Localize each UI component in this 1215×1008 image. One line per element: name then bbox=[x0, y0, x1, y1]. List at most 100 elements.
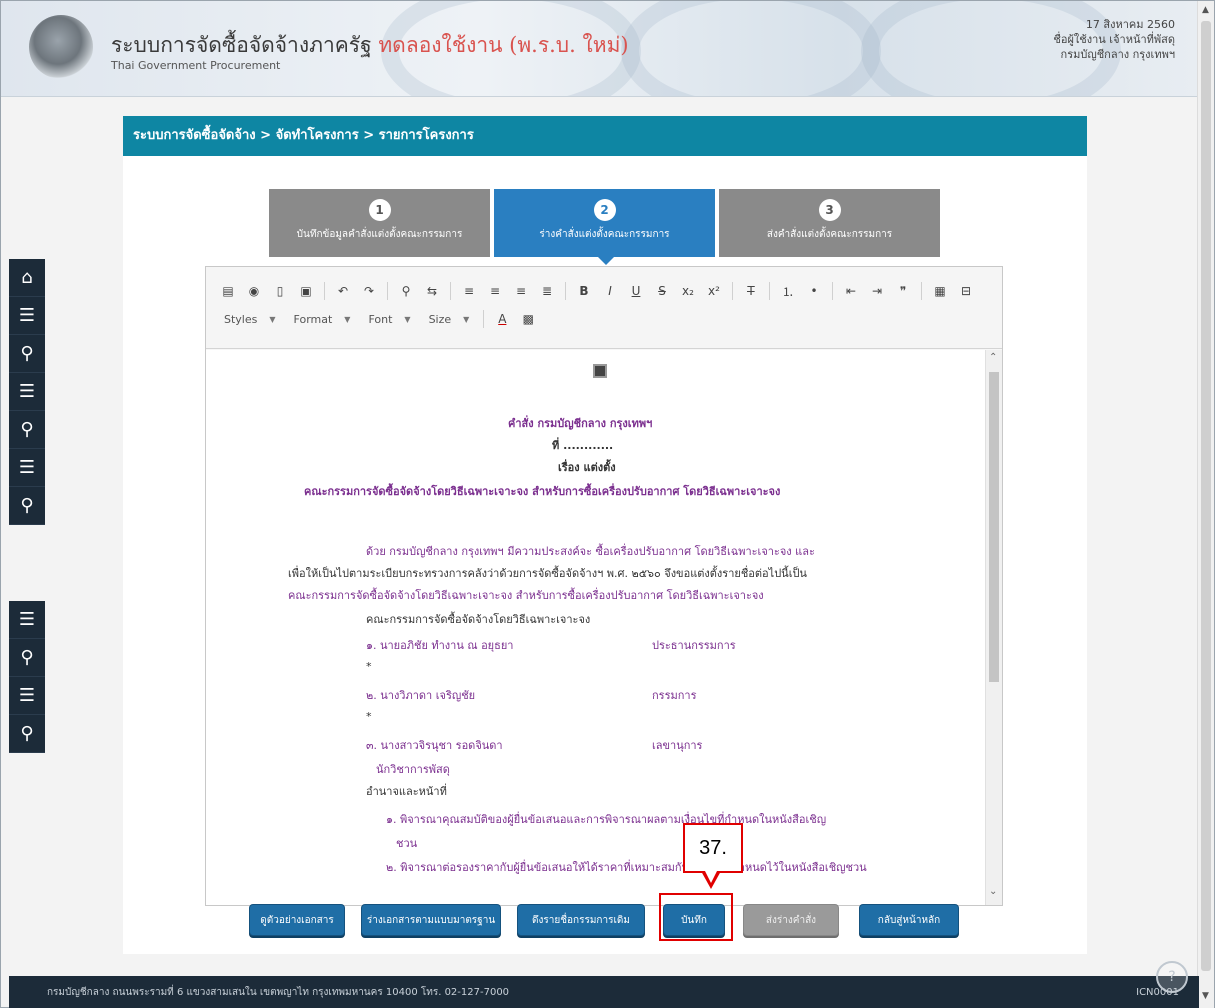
subscript-icon[interactable]: x₂ bbox=[678, 281, 698, 301]
step-3[interactable]: 3 ส่งคำสั่งแต่งตั้งคณะกรรมการ bbox=[719, 189, 940, 257]
step-label: ร่างคำสั่งแต่งตั้งคณะกรรมการ bbox=[539, 229, 670, 240]
app-subtitle: Thai Government Procurement bbox=[111, 59, 281, 72]
format-dropdown[interactable]: Format ▼ bbox=[288, 309, 357, 329]
step-label: ส่งคำสั่งแต่งตั้งคณะกรรมการ bbox=[766, 229, 893, 240]
wizard-steps: 1 บันทึกข้อมูลคำสั่งแต่งตั้งคณะกรรมการ 2… bbox=[269, 189, 941, 265]
back-to-main-button[interactable]: กลับสู่หน้าหลัก bbox=[859, 904, 959, 936]
font-dropdown[interactable]: Font ▼ bbox=[362, 309, 416, 329]
scroll-up-icon[interactable]: ▲ bbox=[1202, 5, 1209, 15]
horizontal-line-icon[interactable]: ⊟ bbox=[956, 281, 976, 301]
committee-member-role: กรรมการ bbox=[652, 689, 697, 702]
step-1[interactable]: 1 บันทึกข้อมูลคำสั่งแต่งตั้งคณะกรรมการ bbox=[269, 189, 490, 257]
order-subject: เรื่อง แต่งตั้ง bbox=[558, 461, 616, 474]
paste-icon[interactable]: ▣ bbox=[296, 281, 316, 301]
footer-text: กรมบัญชีกลาง ถนนพระรามที่ 6 แขวงสามเสนใน… bbox=[47, 987, 510, 998]
scroll-up-icon[interactable]: ⌃ bbox=[989, 352, 997, 363]
italic-icon[interactable]: I bbox=[600, 281, 620, 301]
align-right-icon[interactable]: ≡ bbox=[511, 281, 531, 301]
order-title: คำสั่ง กรมบัญชีกลาง กรุงเทพฯ bbox=[508, 417, 653, 430]
toolbar-separator bbox=[483, 310, 485, 328]
help-icon[interactable]: ? bbox=[1156, 961, 1188, 993]
search-icon[interactable]: ⚲ bbox=[9, 487, 45, 525]
menu-icon[interactable]: ☰ bbox=[9, 677, 45, 715]
order-paragraph: คณะกรรมการจัดซื้อจัดจ้างโดยวิธีเฉพาะเจาะ… bbox=[288, 589, 764, 602]
order-paragraph: เพื่อให้เป็นไปตามระเบียบกระทรวงการคลังว่… bbox=[288, 567, 807, 580]
duties-heading: อำนาจและหน้าที่ bbox=[366, 785, 447, 798]
step-label: บันทึกข้อมูลคำสั่งแต่งตั้งคณะกรรมการ bbox=[296, 229, 463, 240]
window-scrollbar[interactable]: ▲ ▼ bbox=[1197, 1, 1214, 1008]
source-icon[interactable]: ▤ bbox=[218, 281, 238, 301]
committee-member-name: ๑. นายอภิชัย ทำงาน ณ อยุธยา bbox=[366, 639, 514, 652]
standard-draft-button[interactable]: ร่างเอกสารตามแบบมาตรฐาน bbox=[361, 904, 501, 936]
fetch-committee-button[interactable]: ดึงรายชื่อกรรมการเดิม bbox=[517, 904, 645, 936]
preview-document-button[interactable]: ดูตัวอย่างเอกสาร bbox=[249, 904, 345, 936]
send-draft-button: ส่งร่างคำสั่ง bbox=[743, 904, 839, 936]
document-scrollbar-thumb[interactable] bbox=[989, 372, 999, 682]
bullet-marker: * bbox=[366, 710, 372, 723]
committee-member-title: นักวิชาการพัสดุ bbox=[376, 763, 450, 776]
format-label: Format bbox=[293, 312, 333, 326]
underline-icon[interactable]: U bbox=[626, 281, 646, 301]
save-button-highlight bbox=[659, 893, 733, 941]
align-justify-icon[interactable]: ≣ bbox=[537, 281, 557, 301]
menu-icon[interactable]: ☰ bbox=[9, 449, 45, 487]
find-icon[interactable]: ⚲ bbox=[396, 281, 416, 301]
remove-format-icon[interactable]: T̶ bbox=[741, 281, 761, 301]
user-department: กรมบัญชีกลาง กรุงเทพฯ bbox=[1060, 48, 1175, 61]
toolbar-separator bbox=[769, 282, 770, 300]
step-number: 3 bbox=[818, 199, 841, 221]
app-title-main: ระบบการจัดซื้อจัดจ้างภาครัฐ bbox=[111, 33, 372, 57]
committee-member-name: ๒. นางวิภาดา เจริญชัย bbox=[366, 689, 476, 702]
indent-icon[interactable]: ⇥ bbox=[867, 281, 887, 301]
table-icon[interactable]: ▦ bbox=[930, 281, 950, 301]
preview-icon[interactable]: ◉ bbox=[244, 281, 264, 301]
strikethrough-icon[interactable]: S bbox=[652, 281, 672, 301]
redo-icon[interactable]: ↷ bbox=[359, 281, 379, 301]
menu-icon[interactable]: ☰ bbox=[9, 601, 45, 639]
current-date: 17 สิงหาคม 2560 bbox=[1085, 18, 1175, 31]
search-icon[interactable]: ⚲ bbox=[9, 639, 45, 677]
align-left-icon[interactable]: ≡ bbox=[459, 281, 479, 301]
align-center-icon[interactable]: ≡ bbox=[485, 281, 505, 301]
home-icon[interactable]: ⌂ bbox=[9, 259, 45, 297]
outdent-icon[interactable]: ⇤ bbox=[841, 281, 861, 301]
search-icon[interactable]: ⚲ bbox=[9, 411, 45, 449]
step-2[interactable]: 2 ร่างคำสั่งแต่งตั้งคณะกรรมการ bbox=[494, 189, 715, 265]
size-dropdown[interactable]: Size ▼ bbox=[423, 309, 476, 329]
size-label: Size bbox=[428, 312, 452, 326]
styles-label: Styles bbox=[224, 312, 258, 326]
scrollbar-thumb[interactable] bbox=[1201, 21, 1211, 971]
document-scrollbar[interactable]: ⌃ ⌄ bbox=[985, 350, 1002, 905]
text-color-icon[interactable]: A bbox=[492, 309, 512, 329]
replace-icon[interactable]: ⇆ bbox=[422, 281, 442, 301]
menu-icon[interactable]: ☰ bbox=[9, 297, 45, 335]
header-decoration bbox=[621, 1, 881, 96]
search-icon[interactable]: ⚲ bbox=[9, 335, 45, 373]
undo-icon[interactable]: ↶ bbox=[333, 281, 353, 301]
action-bar: ดูตัวอย่างเอกสาร ร่างเอกสารตามแบบมาตรฐาน… bbox=[123, 904, 1087, 944]
left-nav-menu: ⌂ ☰ ⚲ ☰ ⚲ ☰ ⚲ bbox=[9, 259, 45, 525]
toolbar-row-2: Styles ▼ Format ▼ Font ▼ Size ▼ A ▩ bbox=[218, 305, 990, 333]
bulleted-list-icon[interactable]: • bbox=[804, 281, 824, 301]
superscript-icon[interactable]: x² bbox=[704, 281, 724, 301]
scroll-down-icon[interactable]: ▼ bbox=[1202, 991, 1209, 1001]
background-color-icon[interactable]: ▩ bbox=[518, 309, 538, 329]
font-label: Font bbox=[368, 312, 393, 326]
scroll-down-icon[interactable]: ⌄ bbox=[989, 886, 997, 897]
menu-icon[interactable]: ☰ bbox=[9, 373, 45, 411]
chevron-down-icon: ▼ bbox=[463, 314, 470, 324]
duty-item: ๑. พิจารณาคุณสมบัติของผู้ยื่นข้อเสนอและก… bbox=[386, 813, 827, 826]
duty-item-continued: ชวน bbox=[396, 837, 418, 850]
numbered-list-icon[interactable]: ⒈ bbox=[778, 281, 798, 301]
blockquote-icon[interactable]: ❞ bbox=[893, 281, 913, 301]
styles-dropdown[interactable]: Styles ▼ bbox=[218, 309, 282, 329]
order-paragraph: ด้วย กรมบัญชีกลาง กรุงเทพฯ มีความประสงค์… bbox=[366, 545, 815, 558]
document-body[interactable]: คำสั่ง กรมบัญชีกลาง กรุงเทพฯ ที่ .......… bbox=[206, 350, 986, 905]
toolbar-separator bbox=[450, 282, 451, 300]
chevron-down-icon: ▼ bbox=[269, 314, 276, 324]
page-icon[interactable]: ▯ bbox=[270, 281, 290, 301]
left-nav-menu-secondary: ☰ ⚲ ☰ ⚲ bbox=[9, 601, 45, 753]
bold-icon[interactable]: B bbox=[574, 281, 594, 301]
main-panel: ระบบการจัดซื้อจัดจ้าง > จัดทำโครงการ > ร… bbox=[123, 116, 1087, 954]
search-icon[interactable]: ⚲ bbox=[9, 715, 45, 753]
